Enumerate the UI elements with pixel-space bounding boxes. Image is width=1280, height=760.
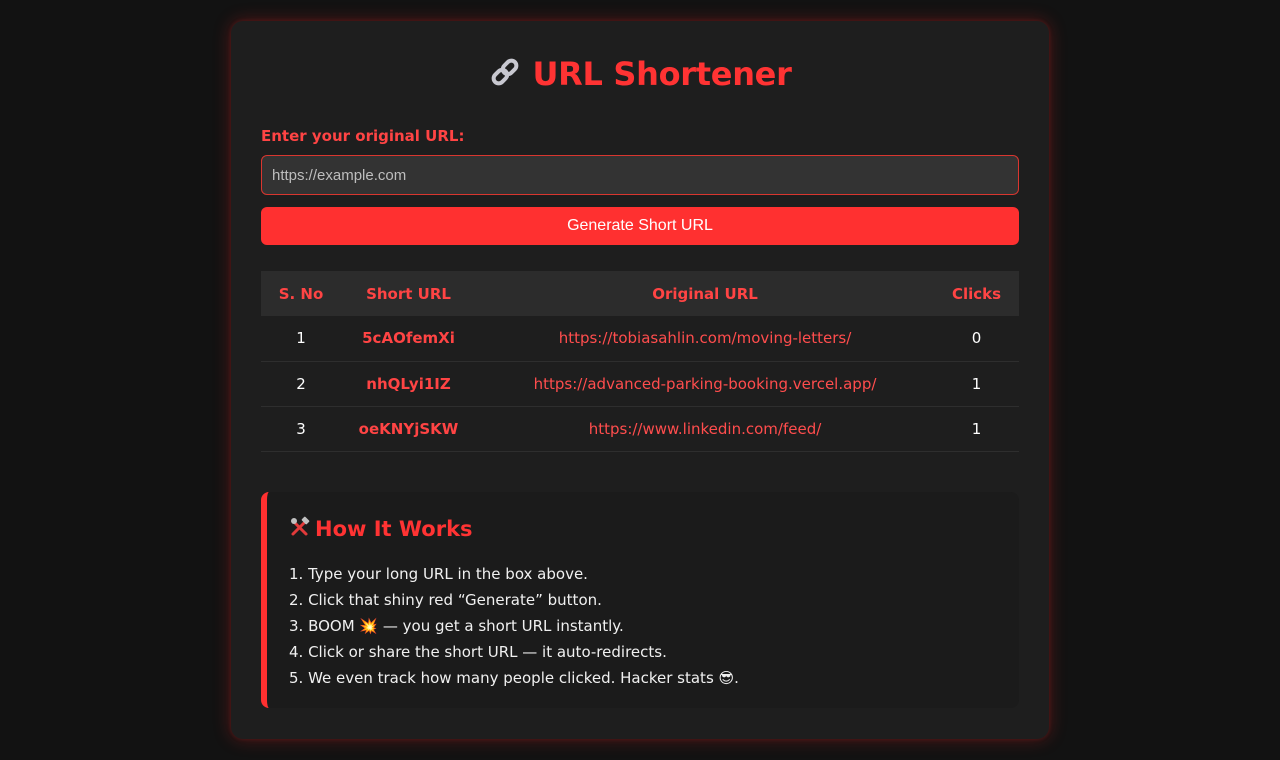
step-item: 2. Click that shiny red “Generate” butto… <box>289 591 602 609</box>
link-icon <box>488 55 522 97</box>
column-header-clicks: Clicks <box>934 271 1019 316</box>
original-url-link[interactable]: https://advanced-parking-booking.vercel.… <box>476 361 934 407</box>
how-it-works-title-text: How It Works <box>315 517 473 541</box>
short-url-link[interactable]: 5cAOfemXi <box>341 316 476 362</box>
click-count: 1 <box>934 406 1019 452</box>
how-it-works-title: How It Works <box>289 516 997 543</box>
step-item: 1. Type your long URL in the box above. <box>289 565 588 583</box>
column-header-short-url: Short URL <box>341 271 476 316</box>
table-header-row: S. No Short URL Original URL Clicks <box>261 271 1019 316</box>
original-url-link[interactable]: https://tobiasahlin.com/moving-letters/ <box>476 316 934 362</box>
table-row: 2 nhQLyi1IZ https://advanced-parking-boo… <box>261 361 1019 407</box>
column-header-original-url: Original URL <box>476 271 934 316</box>
row-sno: 3 <box>261 406 341 452</box>
how-it-works-steps: 1. Type your long URL in the box above. … <box>289 561 997 691</box>
title-text: URL Shortener <box>532 55 792 93</box>
click-count: 0 <box>934 316 1019 362</box>
short-url-link[interactable]: nhQLyi1IZ <box>341 361 476 407</box>
table-row: 3 oeKNYjSKW https://www.linkedin.com/fee… <box>261 406 1019 452</box>
original-url-link[interactable]: https://www.linkedin.com/feed/ <box>476 406 934 452</box>
how-it-works-panel: How It Works 1. Type your long URL in th… <box>261 492 1019 708</box>
row-sno: 1 <box>261 316 341 362</box>
url-input[interactable] <box>261 155 1019 195</box>
urls-table: S. No Short URL Original URL Clicks 1 5c… <box>261 271 1019 452</box>
click-count: 1 <box>934 361 1019 407</box>
shortener-card: URL Shortener Enter your original URL: G… <box>231 21 1049 739</box>
step-item: 3. BOOM 💥 — you get a short URL instantl… <box>289 617 624 635</box>
step-item: 4. Click or share the short URL — it aut… <box>289 643 667 661</box>
row-sno: 2 <box>261 361 341 407</box>
short-url-link[interactable]: oeKNYjSKW <box>341 406 476 452</box>
column-header-sno: S. No <box>261 271 341 316</box>
generate-button[interactable]: Generate Short URL <box>261 207 1019 245</box>
table-row: 1 5cAOfemXi https://tobiasahlin.com/movi… <box>261 316 1019 362</box>
page-title: URL Shortener <box>231 55 1049 97</box>
url-label: Enter your original URL: <box>261 127 465 145</box>
tools-icon <box>289 516 311 543</box>
step-item: 5. We even track how many people clicked… <box>289 669 739 687</box>
